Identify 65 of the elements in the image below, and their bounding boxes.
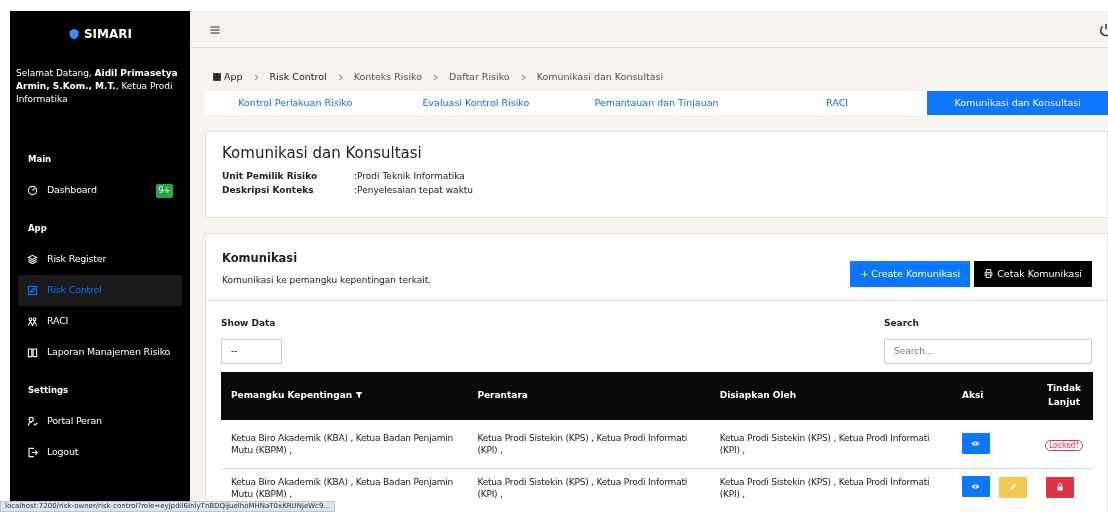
shield-logo-icon: [67, 28, 80, 40]
book-icon: [27, 347, 38, 358]
brand-name: SIMARI: [83, 26, 132, 43]
sidebar-item[interactable]: RACI: [18, 306, 182, 337]
breadcrumb-link[interactable]: App: [213, 69, 243, 85]
table-cell: Ketua Prodi Sistekin (KPS) , Ketua Prodi Informati (KPI) ,: [709, 419, 952, 469]
chevron-right-icon: [252, 73, 260, 81]
people-icon: [27, 316, 38, 327]
table-cell: Ketua Prodi Sistekin (KPS) , Ketua Prodi Informati (KPI) ,: [467, 419, 710, 469]
person-icon: [27, 416, 38, 427]
view-button[interactable]: [962, 476, 990, 497]
column-header: Perantara: [467, 371, 710, 420]
gauge-icon: [27, 185, 38, 196]
layers-icon: [27, 254, 38, 265]
field-label: Show Data: [221, 317, 277, 330]
section-title: Komunikasi dan Konsultasi: [222, 144, 423, 162]
sidebar-item[interactable]: Laporan Manajemen Risiko: [18, 337, 182, 368]
print-button[interactable]: Cetak Komunikasi: [974, 260, 1092, 287]
table-cell: Ketua Prodi Sistekin (KPS) , Ketua Prodi Informati (KPI) ,: [467, 468, 710, 512]
edit-document-icon: [27, 285, 38, 296]
lock-icon: [1056, 483, 1064, 491]
printer-icon: [984, 269, 994, 279]
field-label: Search: [884, 317, 920, 330]
grid-icon: [213, 73, 221, 81]
column-header: Pemangku Kepentingan: [231, 389, 353, 400]
column-header: Disiapkan Oleh: [709, 371, 952, 420]
field-label: Deskripsi Konteks: [222, 183, 315, 197]
sidebar-item[interactable]: Dashboard 9+: [18, 175, 182, 206]
section-title: Komunikasi: [222, 250, 299, 268]
table-cell: Ketua Prodi Sistekin (KPS) , Ketua Prodi Informati (KPI) ,: [709, 468, 952, 512]
pencil-icon: [1009, 483, 1017, 491]
search-field[interactable]: Search...: [884, 338, 1092, 364]
chevron-right-icon: [336, 73, 344, 81]
tab[interactable]: Komunikasi dan Konsultasi: [927, 91, 1108, 115]
lock-button[interactable]: [1046, 476, 1074, 498]
sidebar-item[interactable]: Risk Control: [18, 275, 182, 306]
show-data-field[interactable]: --: [221, 338, 282, 364]
breadcrumb-link[interactable]: Risk Control: [269, 69, 327, 85]
sidebar-item[interactable]: Risk Register: [18, 244, 182, 275]
filter-icon: [355, 391, 364, 400]
view-button[interactable]: [962, 433, 990, 455]
section-heading: Main: [27, 153, 53, 166]
section-heading: Settings: [27, 384, 70, 397]
field-label: Unit Pemilik Risiko: [222, 170, 319, 183]
count-badge: 9+: [155, 183, 173, 198]
eye-icon: [971, 482, 981, 491]
chevron-right-icon: [432, 73, 440, 81]
eye-icon: [971, 439, 981, 449]
table-cell: Ketua Biro Akademik (KBA) , Ketua Badan Penjamin Mutu (KBPM) ,: [221, 419, 468, 469]
sidebar-item[interactable]: Portal Peran: [18, 406, 182, 437]
chevron-right-icon: [519, 73, 527, 81]
column-header: Aksi: [952, 371, 1035, 420]
welcome-text: Selamat Datang, Aidil Primasetya Armin, S.Kom., M.T., Ketua Prodi Informatika: [16, 67, 179, 107]
section-heading: App: [27, 222, 48, 235]
breadcrumb-link[interactable]: Daftar Risiko: [449, 69, 510, 85]
logout-icon: [27, 447, 38, 458]
breadcrumb-link[interactable]: Komunikasi dan Konsultasi: [536, 69, 664, 85]
column-header: Tindak Lanjut: [1034, 371, 1093, 420]
menu-icon: [209, 23, 221, 36]
sidebar-item[interactable]: Logout: [18, 437, 182, 468]
field-value: :Penyelesaian tepat waktu: [354, 183, 474, 197]
create-button[interactable]: + Create Komunikasi: [850, 260, 971, 287]
section-subtitle: Komunikasi ke pemangku kepentingan terkait.: [222, 273, 432, 287]
breadcrumb-link[interactable]: Konteks Risiko: [353, 69, 423, 85]
field-value: :Prodi Teknik Informatika: [354, 170, 465, 183]
